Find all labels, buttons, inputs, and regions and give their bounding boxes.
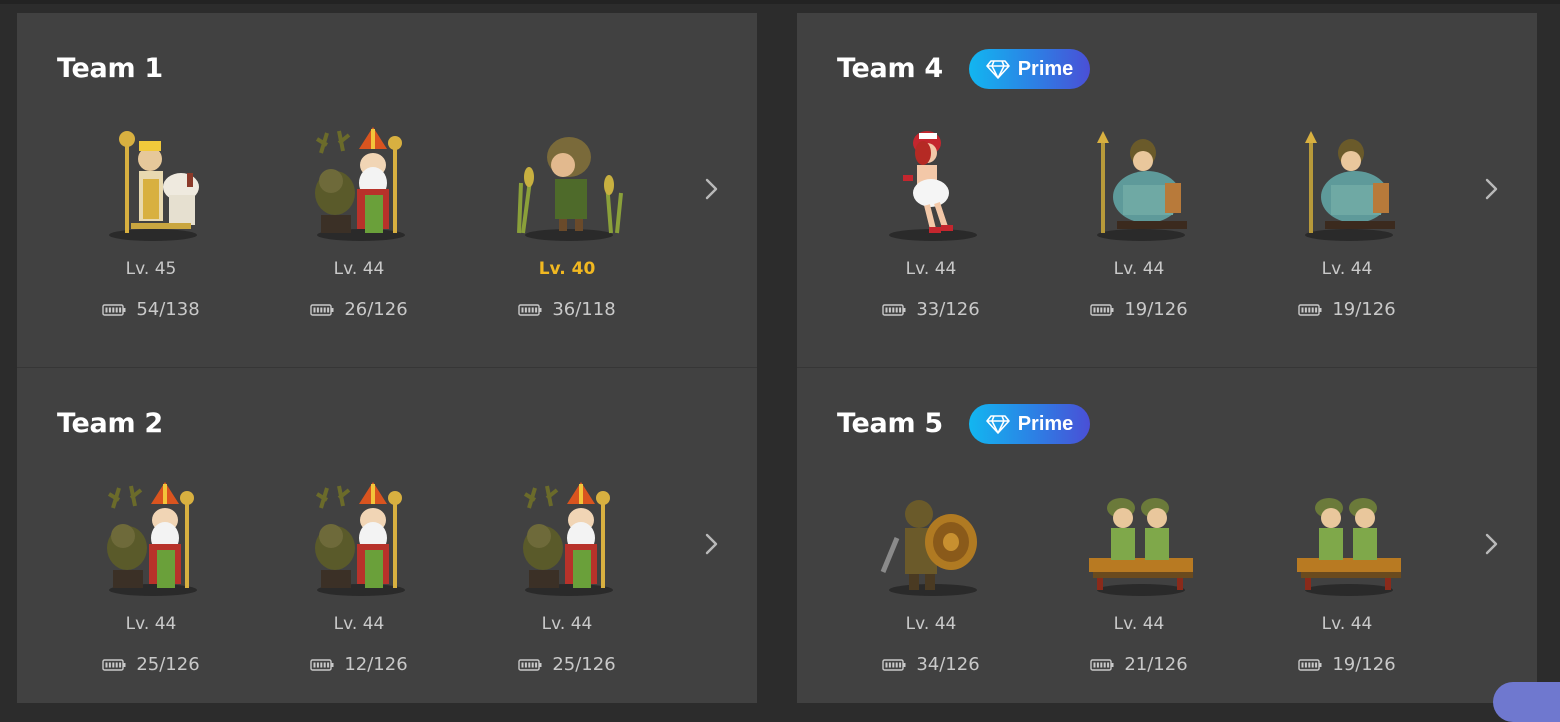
battery-icon	[882, 303, 906, 316]
stamina-value: 25/126	[136, 654, 200, 675]
hero-level: Lv. 44	[1321, 614, 1373, 634]
stamina-value: 19/126	[1332, 299, 1396, 320]
hero-sprite[interactable]	[511, 123, 627, 243]
hero-sprite[interactable]	[1083, 478, 1199, 598]
hero-stamina: 33/126	[851, 299, 1011, 320]
hero-level: Lv. 44	[1321, 259, 1373, 279]
hero-stamina: 54/138	[71, 299, 231, 320]
hero-sprite[interactable]	[1291, 123, 1407, 243]
battery-icon	[1090, 658, 1114, 671]
battery-icon	[1298, 303, 1322, 316]
hero-level: Lv. 44	[125, 614, 177, 634]
hero-stamina: 36/118	[487, 299, 647, 320]
hero-level: Lv. 44	[905, 614, 957, 634]
hero-sprite[interactable]	[875, 123, 991, 243]
hero-sprite[interactable]	[1291, 478, 1407, 598]
battery-icon	[102, 303, 126, 316]
chevron-right-icon[interactable]	[1481, 176, 1501, 202]
hero-level: Lv. 44	[905, 259, 957, 279]
team-card[interactable]: Team 4 Prime Lv. 44 33/126 Lv. 44 19/126 Lv. 4…	[797, 13, 1537, 367]
team-title: Team 1	[57, 53, 163, 84]
hero-stamina: 19/126	[1267, 299, 1427, 320]
hero-stamina: 12/126	[279, 654, 439, 675]
battery-icon	[310, 303, 334, 316]
chevron-right-icon[interactable]	[1481, 531, 1501, 557]
stamina-value: 54/138	[136, 299, 200, 320]
team-title: Team 2	[57, 408, 163, 439]
hero-stamina: 25/126	[71, 654, 231, 675]
battery-icon	[882, 658, 906, 671]
diamond-icon	[985, 60, 1010, 79]
hero-stamina: 19/126	[1059, 299, 1219, 320]
battery-icon	[1090, 303, 1114, 316]
hero-stamina: 34/126	[851, 654, 1011, 675]
stamina-value: 36/118	[552, 299, 616, 320]
prime-label: Prime	[1017, 57, 1074, 80]
diamond-icon	[985, 415, 1010, 434]
team-card[interactable]: Team 2 Lv. 44 25/126 Lv. 44 12/126 Lv. 44 25/1…	[17, 367, 757, 703]
hero-stamina: 21/126	[1059, 654, 1219, 675]
team-title: Team 5	[837, 408, 943, 439]
team-title: Team 4	[837, 53, 943, 84]
stamina-value: 25/126	[552, 654, 616, 675]
prime-label: Prime	[1017, 412, 1074, 435]
hero-level: Lv. 44	[541, 614, 593, 634]
stamina-value: 19/126	[1124, 299, 1188, 320]
chevron-right-icon[interactable]	[701, 531, 721, 557]
hero-slot[interactable]: Lv. 44 12/126	[279, 478, 439, 698]
hero-slot[interactable]: Lv. 44 19/126	[1267, 478, 1427, 698]
stamina-value: 19/126	[1332, 654, 1396, 675]
hero-stamina: 25/126	[487, 654, 647, 675]
hero-sprite[interactable]	[95, 478, 211, 598]
top-bar	[0, 0, 1560, 4]
hero-sprite[interactable]	[303, 123, 419, 243]
hero-sprite[interactable]	[303, 478, 419, 598]
hero-slot[interactable]: Lv. 44 19/126	[1059, 123, 1219, 343]
hero-level: Lv. 44	[1113, 259, 1165, 279]
floating-action-button[interactable]	[1493, 682, 1560, 722]
battery-icon	[518, 658, 542, 671]
hero-stamina: 26/126	[279, 299, 439, 320]
chevron-right-icon[interactable]	[701, 176, 721, 202]
hero-level: Lv. 44	[1113, 614, 1165, 634]
hero-slot[interactable]: Lv. 44 19/126	[1267, 123, 1427, 343]
hero-level: Lv. 40	[538, 259, 596, 279]
hero-sprite[interactable]	[511, 478, 627, 598]
hero-slot[interactable]: Lv. 44 33/126	[851, 123, 1011, 343]
hero-level: Lv. 44	[333, 259, 385, 279]
hero-slot[interactable]: Lv. 44 26/126	[279, 123, 439, 343]
hero-slot[interactable]: Lv. 45 54/138	[71, 123, 231, 343]
hero-slot[interactable]: Lv. 44 34/126	[851, 478, 1011, 698]
hero-sprite[interactable]	[1083, 123, 1199, 243]
prime-badge: Prime	[969, 49, 1090, 89]
team-column-right: Team 4 Prime Lv. 44 33/126 Lv. 44 19/126 Lv. 4…	[797, 13, 1537, 703]
stamina-value: 12/126	[344, 654, 408, 675]
stamina-value: 26/126	[344, 299, 408, 320]
stamina-value: 34/126	[916, 654, 980, 675]
battery-icon	[518, 303, 542, 316]
hero-slot[interactable]: Lv. 44 21/126	[1059, 478, 1219, 698]
hero-slot[interactable]: Lv. 44 25/126	[71, 478, 231, 698]
team-card[interactable]: Team 1 Lv. 45 54/138 Lv. 44 26/126 Lv. 40 36/1…	[17, 13, 757, 367]
hero-sprite[interactable]	[875, 478, 991, 598]
hero-stamina: 19/126	[1267, 654, 1427, 675]
prime-badge: Prime	[969, 404, 1090, 444]
hero-slot[interactable]: Lv. 44 25/126	[487, 478, 647, 698]
team-card[interactable]: Team 5 Prime Lv. 44 34/126 Lv. 44 21/126 Lv. 4…	[797, 367, 1537, 703]
battery-icon	[102, 658, 126, 671]
team-column-left: Team 1 Lv. 45 54/138 Lv. 44 26/126 Lv. 40 36/1…	[17, 13, 757, 703]
battery-icon	[1298, 658, 1322, 671]
hero-level: Lv. 45	[125, 259, 177, 279]
hero-slot[interactable]: Lv. 40 36/118	[487, 123, 647, 343]
stamina-value: 33/126	[916, 299, 980, 320]
hero-level: Lv. 44	[333, 614, 385, 634]
hero-sprite[interactable]	[95, 123, 211, 243]
stamina-value: 21/126	[1124, 654, 1188, 675]
battery-icon	[310, 658, 334, 671]
